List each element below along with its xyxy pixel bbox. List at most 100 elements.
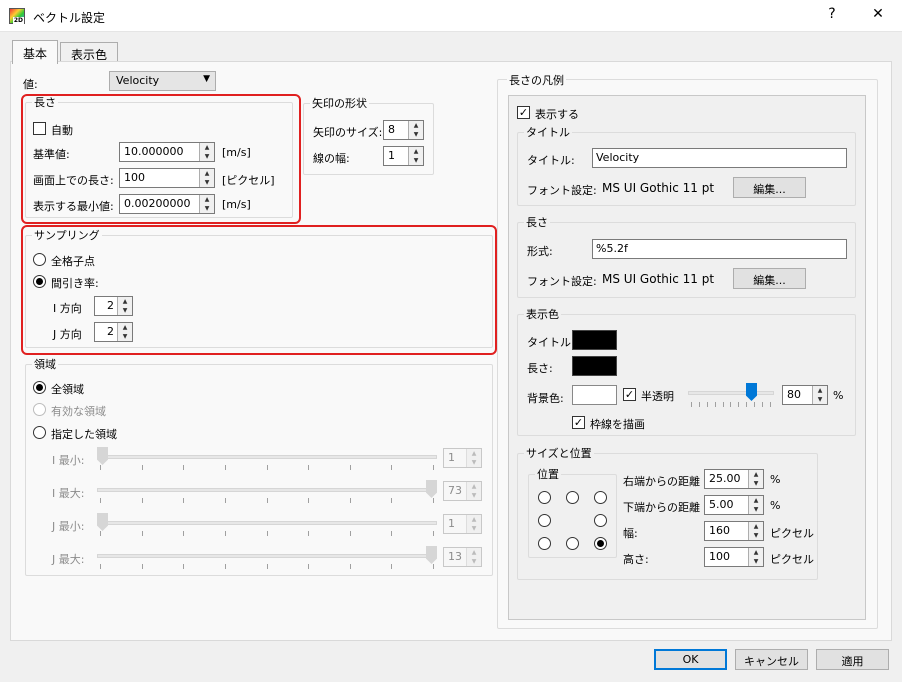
spin-arrows-icon[interactable]: ▲ ▼ [466,515,481,533]
line-width-text: 1 [388,149,395,162]
legend-length-font-value: MS UI Gothic 11 pt [602,272,715,286]
legend-length-font-label: フォント設定: [527,275,597,288]
region-slider-track[interactable] [97,488,437,492]
position-radio-middle-right[interactable] [594,514,607,527]
legend-show-label: 表示する [535,108,579,121]
position-radio-top-left[interactable] [538,491,551,504]
arrow-shape-title: 矢印の形状 [310,97,369,110]
size-position-input[interactable]: 160 ▲ ▼ [704,521,764,541]
position-radio-bottom-center[interactable] [566,537,579,550]
opacity-percent: % [833,389,844,402]
close-button[interactable]: ✕ [868,6,888,22]
tab-basic[interactable]: 基本 [12,40,59,64]
base-value-unit: [m/s] [222,146,251,159]
legend-length-font-edit-button[interactable]: 編集... [733,268,806,289]
region-slider-track[interactable] [97,554,437,558]
screen-length-label: 画面上での長さ: [33,174,114,187]
size-position-unit: ピクセル [770,527,814,540]
legend-bg-color-swatch[interactable] [572,385,617,405]
region-valid-radio[interactable] [33,403,46,416]
size-position-input[interactable]: 25.00 ▲ ▼ [704,469,764,489]
base-value-label: 基準値: [33,148,70,161]
region-specified-radio[interactable] [33,426,46,439]
i-direction-input[interactable]: 2 ▲ ▼ [94,296,133,316]
legend-length-group-title: 長さ [524,216,550,229]
spin-arrows-icon[interactable]: ▲ ▼ [466,449,481,467]
opacity-slider-track[interactable] [688,391,774,395]
legend-colors-title: 表示色 [524,308,561,321]
opacity-text: 80 [787,388,801,401]
region-slider-label: I 最小: [52,454,85,467]
base-value-input[interactable]: 10.000000 ▲ ▼ [119,142,215,162]
value-select[interactable]: Velocity ▼ [109,71,216,91]
arrow-size-text: 8 [388,123,395,136]
auto-label: 自動 [51,124,73,137]
help-button[interactable]: ? [822,6,842,22]
legend-length-color-swatch[interactable] [572,356,617,376]
position-radio-middle-left[interactable] [538,514,551,527]
position-radio-top-right[interactable] [594,491,607,504]
region-all-label: 全領域 [51,383,84,396]
spin-arrows-icon[interactable]: ▲ ▼ [117,323,132,341]
spin-arrows-icon[interactable]: ▲ ▼ [117,297,132,315]
ok-button[interactable]: OK [654,649,727,670]
spin-arrows-icon[interactable]: ▲ ▼ [748,548,763,566]
legend-format-label: 形式: [527,245,553,258]
region-slider-input[interactable]: 1 ▲ ▼ [443,448,482,468]
region-slider-input[interactable]: 1 ▲ ▼ [443,514,482,534]
value-selected: Velocity [116,74,160,87]
region-slider-track[interactable] [97,521,437,525]
spin-arrows-icon[interactable]: ▲ ▼ [199,143,214,161]
thinning-radio[interactable] [33,275,46,288]
translucent-checkbox[interactable]: ✓ [623,388,636,401]
arrow-size-label: 矢印のサイズ: [313,126,383,139]
legend-format-input[interactable]: %5.2f [592,239,847,259]
line-width-input[interactable]: 1 ▲ ▼ [383,146,424,166]
legend-title-color-swatch[interactable] [572,330,617,350]
region-slider-input[interactable]: 73 ▲ ▼ [443,481,482,501]
position-radio-bottom-right[interactable] [594,537,607,550]
region-slider-input[interactable]: 13 ▲ ▼ [443,547,482,567]
legend-title-input[interactable]: Velocity [592,148,847,168]
screen-length-input[interactable]: 100 ▲ ▼ [119,168,215,188]
region-slider-value: 1 [448,517,455,530]
apply-button[interactable]: 適用 [816,649,889,670]
legend-colors-group: 表示色 [517,308,856,436]
size-position-input[interactable]: 5.00 ▲ ▼ [704,495,764,515]
size-position-input[interactable]: 100 ▲ ▼ [704,547,764,567]
title-bar [0,0,902,32]
draw-border-label: 枠線を描画 [590,418,645,431]
spin-arrows-icon[interactable]: ▲ ▼ [199,195,214,213]
region-group: 領域 [25,358,493,576]
draw-border-checkbox[interactable]: ✓ [572,416,585,429]
spin-arrows-icon[interactable]: ▲ ▼ [199,169,214,187]
legend-title-font-edit-button[interactable]: 編集... [733,177,806,198]
spin-arrows-icon[interactable]: ▲ ▼ [748,522,763,540]
region-all-radio[interactable] [33,381,46,394]
chevron-down-icon: ▼ [203,74,210,84]
region-slider-value: 13 [448,550,462,563]
spin-arrows-icon[interactable]: ▲ ▼ [466,548,481,566]
spin-arrows-icon[interactable]: ▲ ▼ [748,470,763,488]
region-slider-label: J 最大: [52,553,85,566]
region-slider-ticks [100,498,434,503]
j-direction-input[interactable]: 2 ▲ ▼ [94,322,133,342]
min-value-input[interactable]: 0.00200000 ▲ ▼ [119,194,215,214]
legend-show-checkbox[interactable]: ✓ [517,106,530,119]
auto-checkbox[interactable] [33,122,46,135]
opacity-input[interactable]: 80 ▲ ▼ [782,385,828,405]
size-position-unit: % [770,473,781,486]
spin-arrows-icon[interactable]: ▲ ▼ [408,121,423,139]
spin-arrows-icon[interactable]: ▲ ▼ [408,147,423,165]
spin-arrows-icon[interactable]: ▲ ▼ [466,482,481,500]
position-radio-top-center[interactable] [566,491,579,504]
all-grid-radio[interactable] [33,253,46,266]
position-group-title: 位置 [535,468,561,481]
region-slider-track[interactable] [97,455,437,459]
spin-arrows-icon[interactable]: ▲ ▼ [812,386,827,404]
position-radio-bottom-left[interactable] [538,537,551,550]
arrow-size-input[interactable]: 8 ▲ ▼ [383,120,424,140]
spin-arrows-icon[interactable]: ▲ ▼ [748,496,763,514]
tab-display-color[interactable]: 表示色 [60,42,119,62]
cancel-button[interactable]: キャンセル [735,649,808,670]
